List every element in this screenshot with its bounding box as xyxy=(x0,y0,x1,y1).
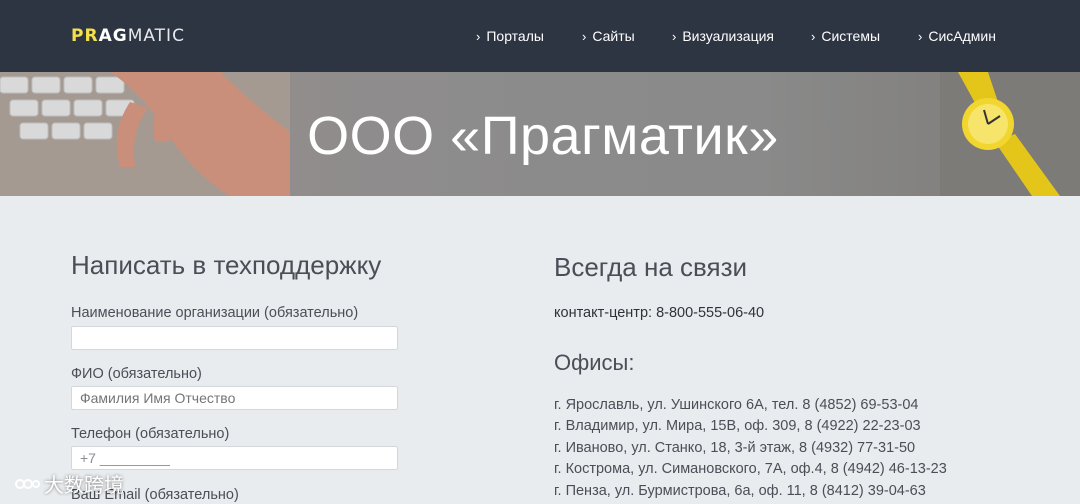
chevron-right-icon: › xyxy=(672,28,677,44)
office-item: г. Ярославль, ул. Ушинского 6А, тел. 8 (… xyxy=(554,397,919,413)
offices-heading: Офисы: xyxy=(554,350,635,375)
logo-part-matic: MATIC xyxy=(127,26,185,46)
full-name-label: ФИО (обязательно) xyxy=(71,366,202,382)
nav-item-label: СисАдмин xyxy=(928,28,996,44)
nav-item-sysadmin[interactable]: › СисАдмин xyxy=(918,28,996,44)
watermark: 大数跨境 xyxy=(14,469,124,498)
logo-part-ag: AG xyxy=(98,26,128,46)
hero-banner: ООО «Прагматик» xyxy=(0,72,1080,196)
office-item: г. Пенза, ул. Бурмистрова, 6а, оф. 11, 8… xyxy=(554,483,926,499)
top-navbar: PRAGMATIC › Порталы › Сайты › Визуализац… xyxy=(0,0,1080,72)
contact-center-phone: контакт-центр: 8-800-555-06-40 xyxy=(554,305,765,321)
chevron-right-icon: › xyxy=(811,28,816,44)
watermark-text: 大数跨境 xyxy=(44,475,124,497)
office-item: г. Владимир, ул. Мира, 15В, оф. 309, 8 (… xyxy=(554,418,921,434)
nav-item-label: Порталы xyxy=(486,28,544,44)
full-name-input[interactable] xyxy=(71,386,398,410)
org-name-input[interactable] xyxy=(71,326,398,350)
nav-item-portals[interactable]: › Порталы xyxy=(476,28,544,44)
contacts-heading: Всегда на связи xyxy=(554,252,748,282)
office-item: г. Кострома, ул. Симановского, 7А, оф.4,… xyxy=(554,461,947,477)
logo[interactable]: PRAGMATIC xyxy=(71,26,185,46)
page-title: ООО «Прагматик» xyxy=(307,106,779,166)
nav-item-label: Сайты xyxy=(592,28,635,44)
phone-label: Телефон (обязательно) xyxy=(71,426,230,442)
nav-item-systems[interactable]: › Системы xyxy=(811,28,880,44)
chevron-right-icon: › xyxy=(476,28,481,44)
nav-item-label: Системы xyxy=(821,28,881,44)
nav-item-sites[interactable]: › Сайты xyxy=(582,28,635,44)
phone-input[interactable] xyxy=(71,446,398,470)
chevron-right-icon: › xyxy=(918,28,923,44)
office-item: г. Иваново, ул. Станко, 18, 3-й этаж, 8 … xyxy=(554,440,916,456)
watermark-logo-icon xyxy=(15,478,40,489)
nav-item-label: Визуализация xyxy=(682,28,775,44)
nav-item-visualization[interactable]: › Визуализация xyxy=(672,28,774,44)
support-form-heading: Написать в техподдержку xyxy=(71,250,382,280)
org-name-label: Наименование организации (обязательно) xyxy=(71,305,359,321)
logo-part-pr: PR xyxy=(71,26,99,46)
chevron-right-icon: › xyxy=(582,28,587,44)
